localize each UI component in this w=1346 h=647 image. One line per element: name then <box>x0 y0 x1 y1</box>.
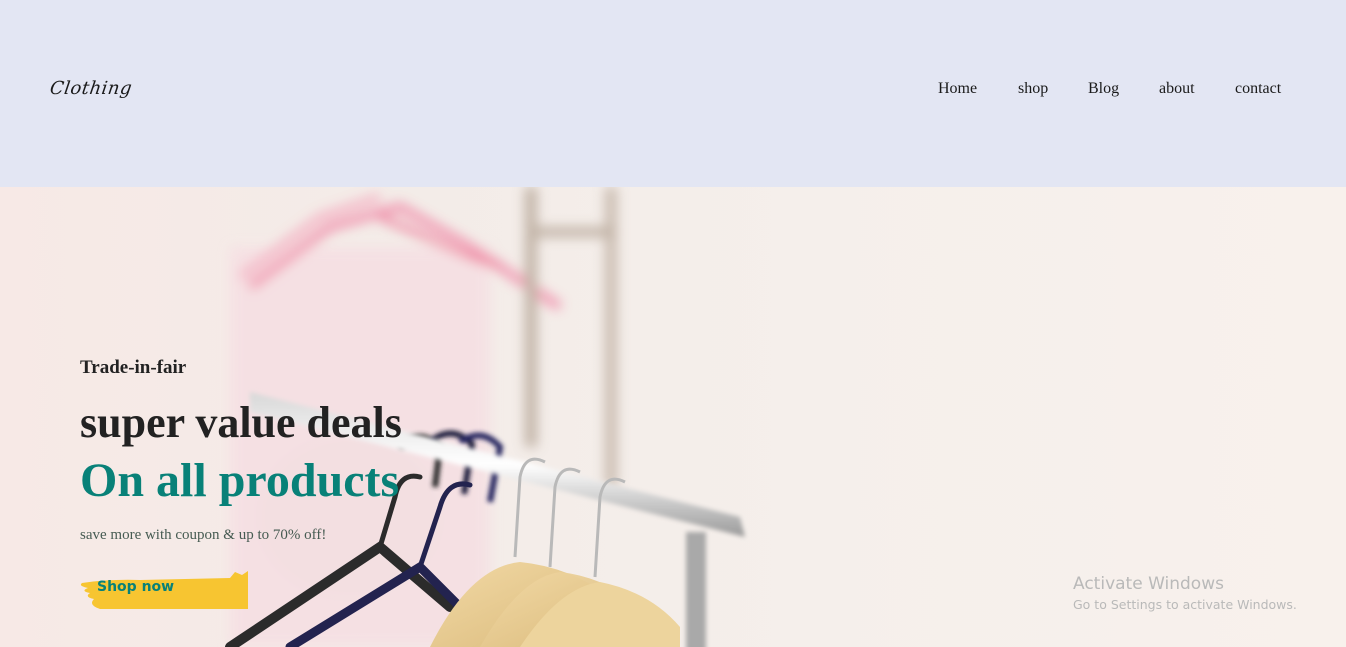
nav-blog[interactable]: Blog <box>1088 80 1119 98</box>
hero-description: save more with coupon & up to 70% off! <box>80 527 327 543</box>
activate-windows-watermark: Activate Windows Go to Settings to activ… <box>1073 574 1297 612</box>
hero-subheadline: On all products <box>80 454 400 507</box>
nav-shop[interactable]: shop <box>1018 80 1048 98</box>
nav-home[interactable]: Home <box>938 80 977 98</box>
nav-about[interactable]: about <box>1159 80 1195 98</box>
hero-headline: super value deals <box>80 398 402 447</box>
shop-now-button[interactable]: Shop now <box>80 571 250 611</box>
watermark-subtitle: Go to Settings to activate Windows. <box>1073 597 1297 612</box>
shop-now-label: Shop now <box>97 579 175 595</box>
site-header: Clothing Home shop Blog about contact <box>0 0 1346 187</box>
watermark-title: Activate Windows <box>1073 574 1224 594</box>
hero-tag: Trade-in-fair <box>80 357 187 378</box>
main-nav: Home shop Blog about contact <box>0 80 1346 102</box>
nav-contact[interactable]: contact <box>1235 80 1281 98</box>
